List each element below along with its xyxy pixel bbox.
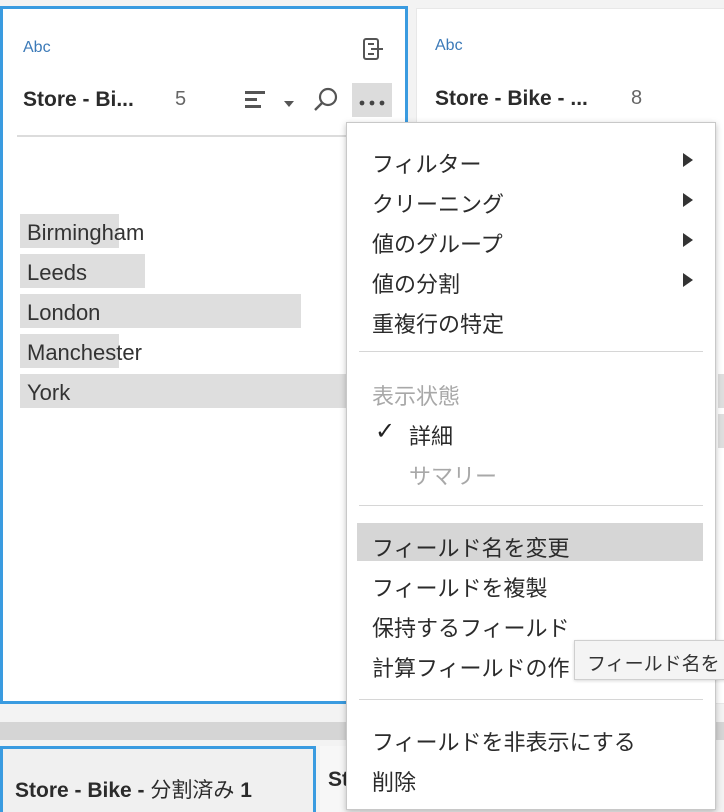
chevron-right-icon bbox=[683, 193, 693, 207]
menu-item-detail[interactable]: ✓ 詳細 bbox=[347, 411, 715, 449]
chevron-right-icon bbox=[683, 153, 693, 167]
more-options-icon[interactable] bbox=[352, 83, 392, 117]
menu-item-group-values[interactable]: 値のグループ bbox=[347, 219, 715, 257]
menu-item-hide-field[interactable]: フィールドを非表示にする bbox=[347, 717, 715, 755]
value-row[interactable]: York bbox=[20, 374, 350, 408]
menu-item-label: 削除 bbox=[372, 770, 417, 795]
menu-item-label: 詳細 bbox=[409, 424, 454, 449]
menu-item-cleaning[interactable]: クリーニング bbox=[347, 179, 715, 217]
menu-item-summary[interactable]: サマリー bbox=[347, 451, 715, 489]
check-icon: ✓ bbox=[375, 418, 396, 445]
menu-divider bbox=[359, 505, 703, 506]
menu-item-label: 値のグループ bbox=[372, 232, 503, 257]
value-label: Leeds bbox=[27, 260, 87, 285]
menu-item-label: フィールドを非表示にする bbox=[372, 730, 636, 755]
value-label: London bbox=[27, 300, 101, 325]
menu-item-label: サマリー bbox=[409, 464, 498, 489]
field-title: Store - Bike - ... bbox=[435, 87, 588, 110]
bottom-field-tab-selected[interactable]: Store - Bike - 分割済み 1 bbox=[0, 746, 316, 812]
chevron-right-icon bbox=[683, 233, 693, 247]
search-icon[interactable] bbox=[313, 87, 339, 118]
context-menu: フィルター クリーニング 値のグループ 値の分割 重複行の特定 表示状態 ✓ 詳… bbox=[346, 122, 716, 810]
value-label: Manchester bbox=[27, 340, 142, 365]
value-row[interactable]: Leeds bbox=[20, 254, 350, 288]
field-title: Store - Bi... bbox=[23, 88, 134, 111]
field-panel-icon[interactable] bbox=[361, 37, 385, 68]
chevron-right-icon bbox=[683, 273, 693, 287]
value-label: Birmingham bbox=[27, 220, 145, 245]
header-divider bbox=[17, 135, 391, 137]
menu-item-label: 値の分割 bbox=[372, 272, 461, 297]
field-value-count: 8 bbox=[631, 87, 643, 109]
menu-item-remove[interactable]: 削除 bbox=[347, 757, 715, 795]
menu-item-keep-field[interactable]: 保持するフィールド bbox=[347, 603, 715, 641]
value-bar bbox=[718, 414, 724, 448]
data-type-label: Abc bbox=[435, 37, 463, 54]
menu-item-label: 重複行の特定 bbox=[372, 312, 505, 337]
menu-item-rename-field[interactable]: フィールド名を変更 bbox=[357, 523, 703, 561]
data-type-label: Abc bbox=[23, 39, 51, 56]
tooltip: フィールド名を bbox=[574, 640, 724, 680]
menu-item-duplicate-field[interactable]: フィールドを複製 bbox=[347, 563, 715, 601]
menu-item-split-values[interactable]: 値の分割 bbox=[347, 259, 715, 297]
sort-icon[interactable] bbox=[245, 89, 269, 116]
value-row[interactable]: Birmingham bbox=[20, 214, 350, 248]
menu-divider bbox=[359, 351, 703, 352]
chevron-down-icon[interactable] bbox=[283, 95, 295, 113]
menu-item-identify-duplicates[interactable]: 重複行の特定 bbox=[347, 299, 715, 337]
menu-item-filter[interactable]: フィルター bbox=[347, 139, 715, 177]
menu-divider bbox=[359, 699, 703, 700]
tab-title: Store - Bike - bbox=[15, 779, 151, 802]
value-row[interactable]: Manchester bbox=[20, 334, 350, 368]
tab-subtitle: 分割済み bbox=[150, 779, 235, 802]
menu-item-label: フィルター bbox=[372, 152, 482, 177]
menu-item-label: 保持するフィールド bbox=[372, 616, 570, 641]
menu-item-label: 計算フィールドの作 bbox=[372, 656, 570, 681]
value-bar bbox=[718, 374, 724, 408]
menu-item-label: クリーニング bbox=[372, 192, 505, 217]
field-value-count: 5 bbox=[175, 88, 187, 110]
tab-number: 1 bbox=[240, 779, 252, 802]
menu-header-label: 表示状態 bbox=[372, 384, 461, 409]
menu-item-label: フィールド名を変更 bbox=[372, 536, 570, 561]
value-row[interactable]: London bbox=[20, 294, 350, 328]
value-label: York bbox=[27, 380, 71, 405]
menu-header-view-state: 表示状態 bbox=[347, 371, 715, 409]
menu-item-label: フィールドを複製 bbox=[372, 576, 548, 601]
tooltip-text: フィールド名を bbox=[587, 654, 720, 675]
